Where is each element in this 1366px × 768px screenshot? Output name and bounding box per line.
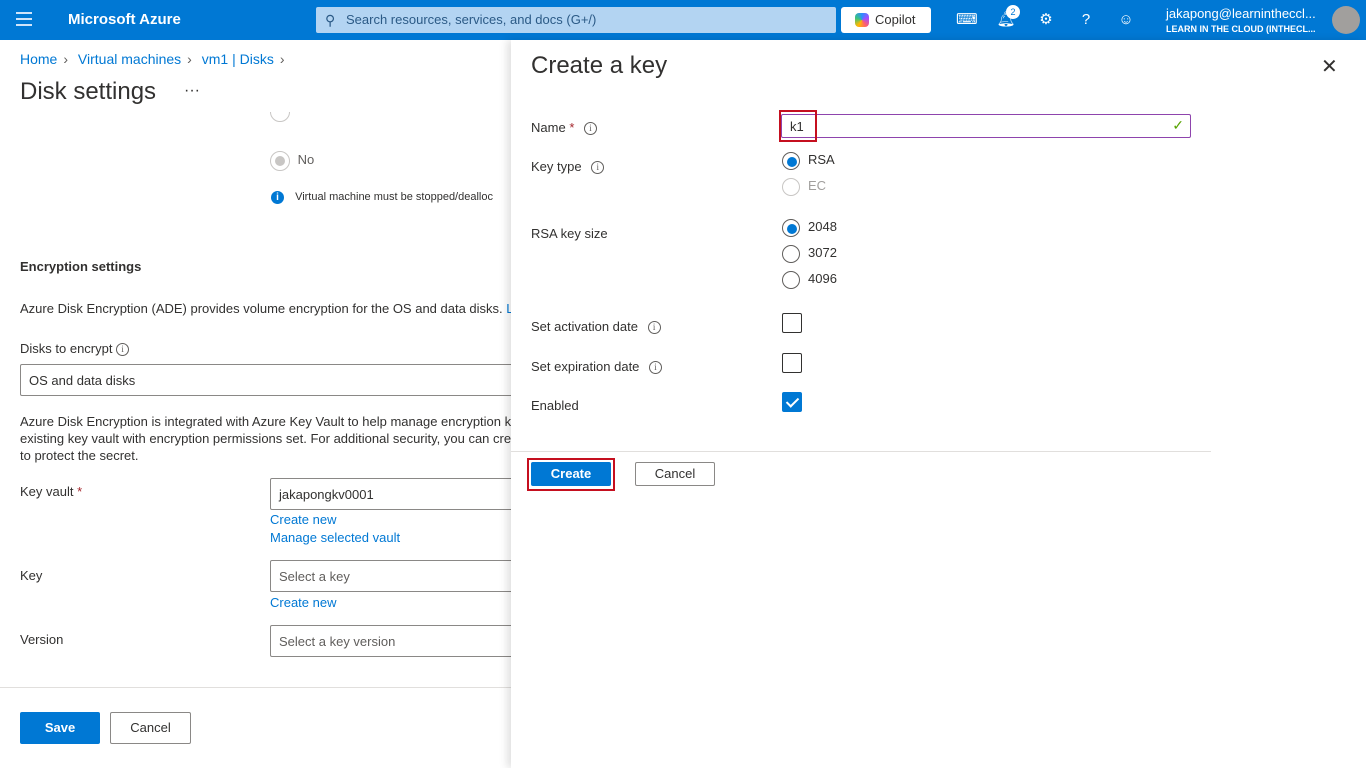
info-icon[interactable]: i <box>116 343 130 357</box>
info-icon: i <box>271 191 284 204</box>
radio-ec[interactable]: EC <box>782 178 826 196</box>
key-vault-select[interactable]: jakapongkv0001 <box>270 478 511 510</box>
radio-4096[interactable]: 4096 <box>782 271 837 289</box>
page-title: Disk settings <box>20 78 157 105</box>
chevron-right-icon: › <box>63 51 69 67</box>
radio-yes[interactable] <box>270 112 290 132</box>
check-icon: ✓ <box>1172 117 1184 133</box>
key-vault-label: Key vault * <box>20 484 83 499</box>
breadcrumb-virtual-machines[interactable]: Virtual machines <box>78 51 181 67</box>
key-label: Key <box>20 568 43 583</box>
kv-text-2: existing key vault with encryption permi… <box>20 431 511 446</box>
ade-description: Azure Disk Encryption (ADE) provides vol… <box>20 301 511 316</box>
name-label-text: Name <box>531 120 566 135</box>
menu-icon[interactable] <box>16 12 32 26</box>
panel-cancel-button[interactable]: Cancel <box>635 462 715 486</box>
search-input[interactable]: ⚲ Search resources, services, and docs (G… <box>316 7 836 33</box>
copilot-icon <box>855 13 869 27</box>
help-icon[interactable]: ? <box>1076 10 1096 30</box>
save-button[interactable]: Save <box>20 712 100 744</box>
ade-text: Azure Disk Encryption (ADE) provides vol… <box>20 301 503 316</box>
key-vault-description: Azure Disk Encryption is integrated with… <box>20 413 511 464</box>
radio-3072[interactable]: 3072 <box>782 245 837 263</box>
copilot-label: Copilot <box>875 12 916 27</box>
kv-text-3: to protect the secret. <box>20 448 139 463</box>
user-tenant: LEARN IN THE CLOUD (INTHECL... <box>1166 24 1316 34</box>
close-icon[interactable]: ✕ <box>1321 54 1338 79</box>
name-label: Name * i <box>531 120 597 136</box>
top-bar: Microsoft Azure ⚲ Search resources, servi… <box>0 0 1366 40</box>
info-icon[interactable]: i <box>649 361 663 375</box>
radio-rsa-label: RSA <box>808 152 835 168</box>
disk-settings-blade: Home › Virtual machines › vm1 | Disks › Dis… <box>0 40 511 768</box>
highlight-box <box>527 458 615 491</box>
radio-3072-label: 3072 <box>808 245 837 261</box>
panel-title: Create a key <box>531 52 668 79</box>
feedback-icon[interactable]: ☺ <box>1116 10 1136 30</box>
version-select[interactable]: Select a key version <box>270 625 511 657</box>
key-type-label-text: Key type <box>531 159 582 174</box>
radio-2048[interactable]: 2048 <box>782 219 837 237</box>
enabled-checkbox[interactable] <box>782 392 802 412</box>
disks-label-text: Disks to encrypt <box>20 341 113 356</box>
more-icon[interactable]: ··· <box>184 82 200 100</box>
version-label: Version <box>20 632 64 647</box>
encryption-heading: Encryption settings <box>20 259 142 274</box>
user-email: jakapong@learnintheccl... <box>1166 6 1316 21</box>
expiration-label-text: Set expiration date <box>531 359 640 374</box>
create-key-panel: Create a key ✕ Name * i k1 ✓ Key type i R… <box>511 40 1366 768</box>
key-vault-create-new-link[interactable]: Create new <box>270 512 336 527</box>
breadcrumb-vm1-disks[interactable]: vm1 | Disks <box>202 51 274 67</box>
cloud-shell-icon[interactable]: ⌨ <box>956 10 978 30</box>
gear-icon[interactable]: ⚙ <box>1036 10 1056 30</box>
activation-checkbox[interactable] <box>782 313 802 333</box>
vm-info: i Virtual machine must be stopped/deallo… <box>271 191 493 204</box>
activation-label-text: Set activation date <box>531 319 638 334</box>
disks-to-encrypt-select[interactable]: OS and data disks <box>20 364 511 396</box>
highlight-box <box>779 110 817 142</box>
key-create-new-link[interactable]: Create new <box>270 595 336 610</box>
chevron-right-icon: › <box>279 51 285 67</box>
divider <box>0 687 511 688</box>
key-select[interactable]: Select a key <box>270 560 511 592</box>
cancel-button[interactable]: Cancel <box>110 712 191 744</box>
rsa-size-label: RSA key size <box>531 226 608 241</box>
breadcrumb-home[interactable]: Home <box>20 51 57 67</box>
radio-rsa[interactable]: RSA <box>782 152 835 170</box>
divider <box>511 451 1211 452</box>
radio-no[interactable]: No <box>270 151 314 171</box>
vm-info-text: Virtual machine must be stopped/dealloc <box>295 191 493 203</box>
search-placeholder: Search resources, services, and docs (G+… <box>346 12 597 27</box>
info-icon[interactable]: i <box>584 122 597 136</box>
search-icon: ⚲ <box>325 12 336 28</box>
manage-vault-link[interactable]: Manage selected vault <box>270 530 400 545</box>
radio-no-label: No <box>297 152 315 168</box>
account-menu[interactable]: jakapong@learnintheccl... LEARN IN THE CL… <box>1166 6 1316 34</box>
info-icon[interactable]: i <box>647 321 661 335</box>
radio-2048-label: 2048 <box>808 219 837 235</box>
expiration-checkbox[interactable] <box>782 353 802 373</box>
key-vault-label-text: Key vault <box>20 484 74 499</box>
notification-badge: 2 <box>1006 5 1020 19</box>
activation-label: Set activation date i <box>531 319 661 335</box>
kv-text-1: Azure Disk Encryption is integrated with… <box>20 414 511 429</box>
copilot-button[interactable]: Copilot <box>841 7 931 33</box>
avatar[interactable] <box>1332 6 1360 34</box>
info-icon[interactable]: i <box>591 161 605 175</box>
radio-4096-label: 4096 <box>808 271 837 287</box>
key-type-label: Key type i <box>531 159 605 175</box>
enabled-label: Enabled <box>531 398 579 413</box>
breadcrumb: Home › Virtual machines › vm1 | Disks › <box>20 51 291 67</box>
radio-ec-label: EC <box>808 178 827 194</box>
disks-label: Disks to encrypt i <box>20 341 130 357</box>
name-input[interactable]: k1 ✓ <box>781 114 1191 138</box>
expiration-label: Set expiration date i <box>531 359 663 375</box>
chevron-right-icon: › <box>187 51 192 67</box>
brand[interactable]: Microsoft Azure <box>68 11 181 28</box>
